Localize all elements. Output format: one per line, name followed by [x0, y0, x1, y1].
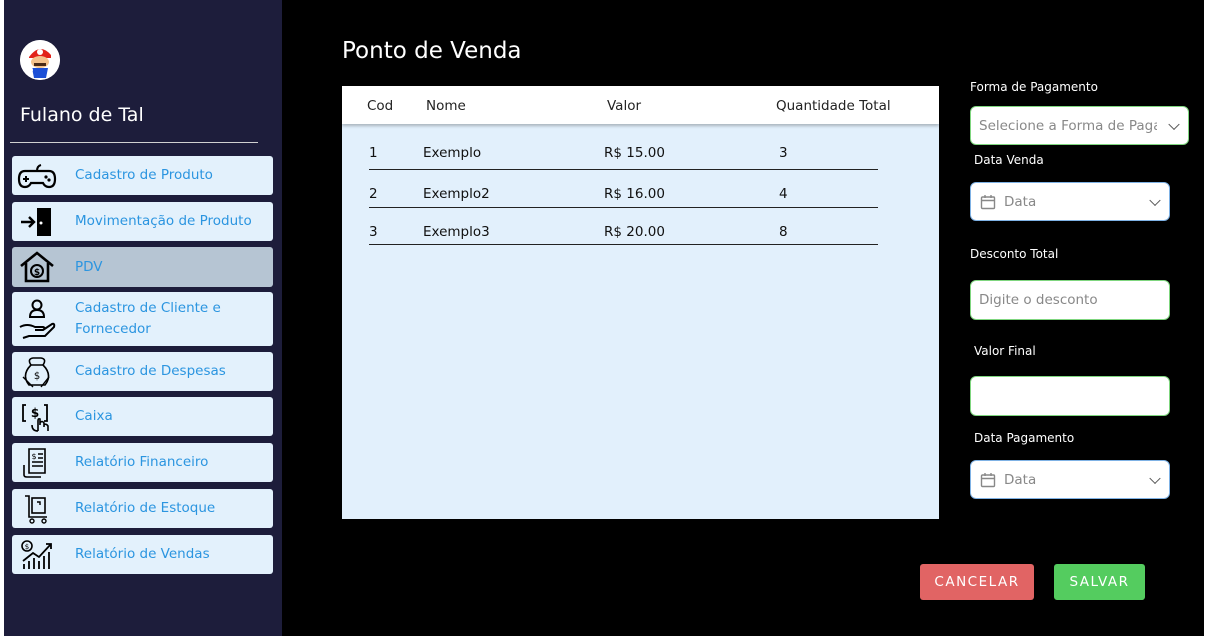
discount-placeholder: Digite o desconto	[979, 292, 1098, 308]
svg-text:$: $	[31, 452, 36, 461]
sidebar-item-relatorio-financeiro[interactable]: $ Relatório Financeiro	[12, 443, 273, 482]
table-row[interactable]: 2 Exemplo2 R$ 16.00 4	[369, 170, 878, 208]
final-value-input[interactable]	[970, 376, 1170, 416]
column-header-nome[interactable]: Nome	[426, 98, 466, 114]
calendar-icon	[980, 472, 996, 487]
hand-person-icon	[12, 292, 62, 346]
stock-cart-icon	[12, 489, 62, 528]
cell-valor: R$ 16.00	[604, 186, 665, 202]
payment-date-placeholder: Data	[1004, 471, 1037, 488]
sidebar-item-label: Caixa	[75, 408, 113, 424]
products-table: Cod Nome Valor Quantidade Total 1 Exempl…	[342, 86, 939, 519]
sidebar-item-label: Cadastro de Produto	[75, 167, 213, 183]
cash-register-icon: $	[12, 397, 62, 436]
svg-text:$: $	[25, 543, 29, 551]
calendar-icon	[980, 194, 996, 209]
sidebar-item-label: Relatório Financeiro	[75, 454, 209, 470]
door-enter-icon	[12, 202, 62, 241]
column-header-cod[interactable]: Cod	[367, 98, 393, 114]
financial-report-icon: $	[12, 443, 62, 482]
sidebar-item-pdv[interactable]: $ PDV	[12, 247, 273, 287]
table-row[interactable]: 1 Exemplo R$ 15.00 3	[369, 132, 878, 170]
sidebar-item-label: Cadastro de Despesas	[75, 363, 226, 379]
sales-chart-icon: $	[12, 535, 62, 574]
discount-input[interactable]: Digite o desconto	[970, 280, 1170, 320]
sidebar-item-movimentacao-produto[interactable]: Movimentação de Produto	[12, 202, 273, 241]
column-header-quantidade[interactable]: Quantidade Total	[776, 98, 891, 114]
chevron-down-icon	[1149, 472, 1161, 484]
user-name: Fulano de Tal	[20, 104, 144, 126]
sidebar-item-relatorio-vendas[interactable]: $ Relatório de Vendas	[12, 535, 273, 574]
sidebar-item-label: Relatório de Vendas	[75, 546, 210, 562]
chevron-down-icon	[1168, 118, 1180, 130]
cell-cod: 3	[369, 224, 378, 240]
sidebar-item-caixa[interactable]: $ Caixa	[12, 397, 273, 436]
discount-label: Desconto Total	[970, 247, 1059, 261]
cell-valor: R$ 15.00	[604, 145, 665, 161]
payment-method-select[interactable]: Selecione a Forma de Paga	[970, 106, 1189, 145]
sidebar: Fulano de Tal Cadastro de Produto Movime…	[4, 0, 282, 636]
cell-quantidade: 3	[779, 145, 788, 161]
money-bag-hand-icon: $	[12, 352, 62, 391]
cell-quantidade: 8	[779, 224, 788, 240]
sale-date-picker[interactable]: Data	[970, 182, 1170, 221]
sidebar-item-relatorio-estoque[interactable]: Relatório de Estoque	[12, 489, 273, 528]
table-row[interactable]: 3 Exemplo3 R$ 20.00 8	[369, 208, 878, 245]
house-money-icon: $	[12, 247, 62, 287]
cell-cod: 2	[369, 186, 378, 202]
save-button[interactable]: SALVAR	[1054, 564, 1145, 600]
sidebar-item-cadastro-despesas[interactable]: $ Cadastro de Despesas	[12, 352, 273, 391]
sidebar-item-label: Relatório de Estoque	[75, 500, 216, 516]
cell-quantidade: 4	[779, 186, 788, 202]
sale-date-label: Data Venda	[974, 153, 1044, 167]
page-title: Ponto de Venda	[342, 38, 522, 64]
payment-method-label: Forma de Pagamento	[970, 80, 1098, 94]
sidebar-item-cadastro-cliente[interactable]: Cadastro de Cliente e Fornecedor	[12, 292, 273, 346]
sidebar-item-cadastro-produto[interactable]: Cadastro de Produto	[12, 156, 273, 195]
payment-date-picker[interactable]: Data	[970, 460, 1170, 499]
cell-valor: R$ 20.00	[604, 224, 665, 240]
svg-text:$: $	[31, 406, 39, 420]
svg-text:$: $	[34, 371, 40, 382]
cell-nome: Exemplo2	[423, 186, 490, 202]
final-value-label: Valor Final	[974, 344, 1036, 358]
cell-cod: 1	[369, 145, 378, 161]
cancel-button[interactable]: CANCELAR	[920, 564, 1034, 600]
sidebar-item-label: Cadastro de Cliente e Fornecedor	[75, 300, 221, 337]
gamepad-icon	[12, 156, 62, 195]
cell-nome: Exemplo3	[423, 224, 490, 240]
app-window: Fulano de Tal Cadastro de Produto Movime…	[4, 0, 1204, 636]
table-header: Cod Nome Valor Quantidade Total	[342, 86, 939, 124]
avatar[interactable]	[20, 40, 60, 80]
column-header-valor[interactable]: Valor	[607, 98, 641, 114]
payment-method-placeholder: Selecione a Forma de Paga	[979, 117, 1157, 134]
sidebar-divider	[10, 142, 258, 143]
sidebar-item-label: PDV	[75, 258, 103, 275]
sidebar-item-label: Movimentação de Produto	[75, 213, 252, 229]
chevron-down-icon	[1149, 194, 1161, 206]
cell-nome: Exemplo	[423, 145, 482, 161]
sale-date-placeholder: Data	[1004, 193, 1037, 210]
payment-date-label: Data Pagamento	[974, 431, 1075, 445]
svg-text:$: $	[34, 268, 40, 278]
